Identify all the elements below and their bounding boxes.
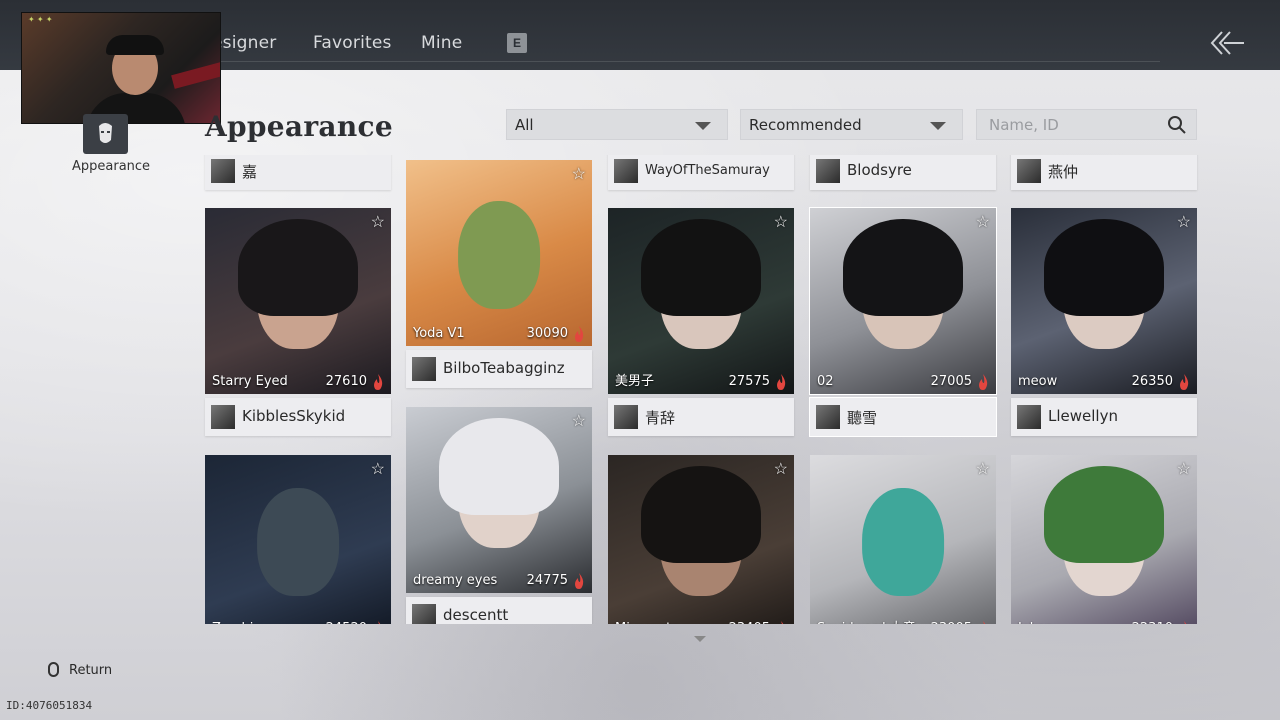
tab-favorites[interactable]: Favorites: [313, 33, 392, 53]
author-name: descentt: [443, 606, 509, 624]
card-name: Starry Eyed: [212, 374, 288, 389]
fire-icon: [777, 374, 786, 390]
appearance-card[interactable]: ☆ Miyamoto 23405: [608, 455, 794, 624]
card-popularity: 30090: [526, 326, 568, 341]
list-item[interactable]: Llewellyn: [1011, 398, 1197, 436]
avatar: [211, 405, 235, 429]
fire-icon: [374, 374, 383, 390]
scroll-down-indicator[interactable]: [694, 636, 706, 642]
avatar: [816, 159, 840, 183]
webcam-overlay: ✦ ✦ ✦: [21, 12, 221, 124]
author-name: Llewellyn: [1048, 407, 1118, 425]
card-name: meow: [1018, 374, 1058, 389]
favorite-star-icon[interactable]: ☆: [1177, 212, 1191, 232]
user-id: ID:4076051834: [6, 699, 93, 712]
author-name: 燕仲: [1048, 163, 1079, 181]
favorite-star-icon[interactable]: ☆: [371, 459, 385, 479]
avatar: [1017, 405, 1041, 429]
avatar: [816, 405, 840, 429]
list-item[interactable]: 燕仲: [1011, 155, 1197, 190]
card-popularity: 24775: [526, 573, 568, 588]
appearance-card[interactable]: ☆ Yoda V1 30090: [406, 160, 592, 346]
appearance-card[interactable]: ☆ Starry Eyed 27610: [205, 208, 391, 394]
avatar: [1017, 159, 1041, 183]
sort-dropdown[interactable]: Recommended: [740, 109, 963, 140]
author-name: 嘉: [242, 163, 258, 181]
card-name: dreamy eyes: [413, 573, 498, 588]
card-popularity: 27575: [728, 374, 770, 389]
card-name: Yoda V1: [413, 326, 465, 341]
nav-divider: [220, 61, 1160, 62]
category-dropdown[interactable]: All: [506, 109, 728, 140]
favorite-star-icon[interactable]: ☆: [572, 411, 586, 431]
appearance-card[interactable]: ☆ Joker 22310: [1011, 455, 1197, 624]
list-item[interactable]: 聽雪: [809, 397, 997, 437]
tab-designer[interactable]: esigner: [212, 33, 276, 53]
appearance-sidebar-icon[interactable]: [83, 114, 128, 154]
list-item[interactable]: 青辞: [608, 398, 794, 436]
search-box[interactable]: [976, 109, 1197, 140]
list-item[interactable]: Blodsyre: [810, 155, 996, 190]
list-item[interactable]: KibblesSkykid: [205, 398, 391, 436]
list-item[interactable]: BilboTeabagginz: [406, 350, 592, 388]
back-arrow-icon[interactable]: [1210, 28, 1246, 58]
return-button[interactable]: Return: [48, 662, 112, 678]
favorite-star-icon[interactable]: ☆: [572, 164, 586, 184]
tab-mine[interactable]: Mine: [421, 33, 462, 53]
appearance-card[interactable]: ☆ Squidward 大章 23005: [810, 455, 996, 624]
author-name: 聽雪: [847, 409, 878, 427]
card-name: 美男子: [615, 374, 655, 389]
avatar: [614, 159, 638, 183]
author-name: KibblesSkykid: [242, 407, 346, 425]
chevron-down-icon: [695, 122, 711, 130]
list-item[interactable]: WayOfTheSamuray: [608, 155, 794, 190]
favorite-star-icon[interactable]: ☆: [976, 212, 990, 232]
category-dropdown-value: All: [515, 116, 534, 134]
card-name: 02: [817, 374, 834, 389]
list-item[interactable]: 嘉: [205, 155, 391, 190]
card-popularity: 27005: [930, 374, 972, 389]
fire-icon: [1180, 374, 1189, 390]
return-label: Return: [69, 663, 113, 678]
card-popularity: 26350: [1131, 374, 1173, 389]
card-popularity: 27610: [325, 374, 367, 389]
appearance-card-selected[interactable]: ☆ 02 27005: [809, 207, 997, 395]
fire-icon: [575, 573, 584, 589]
favorite-star-icon[interactable]: ☆: [371, 212, 385, 232]
favorite-star-icon[interactable]: ☆: [976, 459, 990, 479]
avatar: [412, 357, 436, 381]
sort-dropdown-value: Recommended: [749, 116, 862, 134]
mouse-icon: [48, 662, 59, 677]
appearance-card[interactable]: ☆ dreamy eyes 24775: [406, 407, 592, 593]
chevron-down-icon: [930, 122, 946, 130]
avatar: [614, 405, 638, 429]
favorite-star-icon[interactable]: ☆: [774, 459, 788, 479]
avatar: [211, 159, 235, 183]
fire-icon: [575, 326, 584, 342]
favorite-star-icon[interactable]: ☆: [1177, 459, 1191, 479]
search-icon[interactable]: [1167, 115, 1187, 135]
mask-icon: [99, 123, 112, 143]
search-input[interactable]: [977, 110, 1157, 139]
author-name: WayOfTheSamuray: [645, 163, 770, 178]
appearance-card[interactable]: ☆ meow 26350: [1011, 208, 1197, 394]
author-name: BilboTeabagginz: [443, 359, 565, 377]
author-name: Blodsyre: [847, 161, 912, 179]
author-name: 青辞: [645, 409, 676, 427]
favorite-star-icon[interactable]: ☆: [774, 212, 788, 232]
appearance-card[interactable]: ☆ 美男子 27575: [608, 208, 794, 394]
next-tab-key-hint: E: [507, 33, 527, 53]
appearance-card[interactable]: ☆ Zombie 24520: [205, 455, 391, 624]
page-title: Appearance: [205, 110, 393, 143]
fire-icon: [979, 374, 988, 390]
